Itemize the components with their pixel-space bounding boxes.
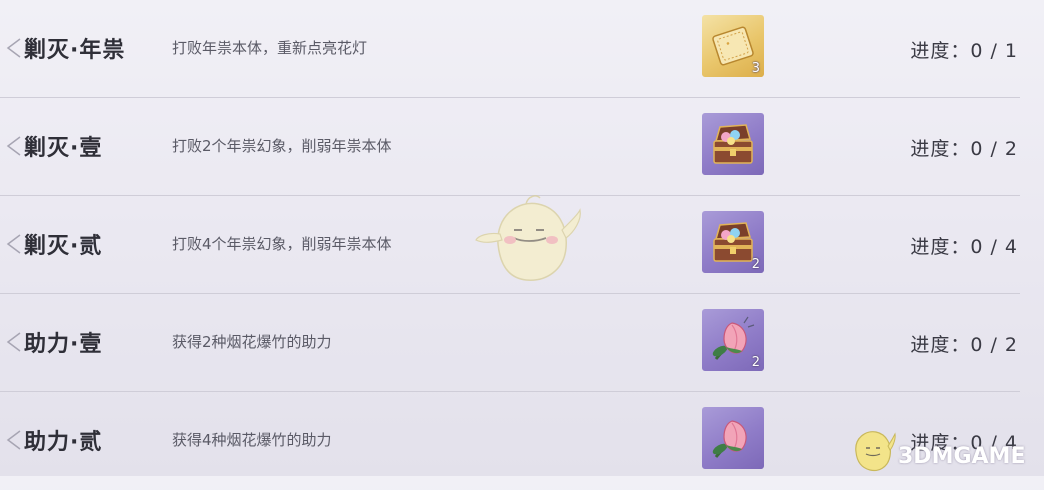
task-progress: 进度：0 / 2: [910, 138, 1018, 160]
mascot-watermark-icon: [475, 195, 581, 281]
task-progress: 进度：0 / 1: [910, 40, 1018, 62]
task-title: 剿灭·壹: [24, 136, 103, 161]
task-title: 剿灭·年祟: [24, 38, 126, 63]
task-description: 打败2个年祟幻象，削弱年祟本体: [172, 137, 392, 155]
task-description: 获得4种烟花爆竹的助力: [172, 431, 332, 449]
task-description: 打败年祟本体，重新点亮花灯: [172, 39, 368, 57]
task-progress: 进度：0 / 2: [910, 334, 1018, 356]
reward-item[interactable]: 2: [702, 309, 764, 371]
task-description: 打败4个年祟幻象，削弱年祟本体: [172, 235, 392, 253]
reward-item[interactable]: [702, 113, 764, 175]
reward-count: 2: [751, 257, 760, 272]
task-row[interactable]: 助力·壹 获得2种烟花爆竹的助力 2 进度：0 / 2: [0, 294, 1044, 392]
task-title: 剿灭·贰: [24, 234, 103, 259]
reward-item[interactable]: 2: [702, 211, 764, 273]
task-title: 助力·壹: [24, 332, 103, 357]
flower-bud-icon: [712, 420, 747, 458]
task-row[interactable]: 剿灭·年祟 打败年祟本体，重新点亮花灯 3 进度：0 / 1: [0, 0, 1044, 98]
watermark: 3DMGAME: [848, 422, 1038, 474]
reward-count: 3: [751, 61, 760, 76]
chevron-left-icon: [6, 430, 21, 450]
mascot-logo-icon: [855, 431, 896, 472]
reward-item[interactable]: [702, 407, 764, 469]
task-row[interactable]: 剿灭·壹 打败2个年祟幻象，削弱年祟本体 进度：0 / 2: [0, 98, 1044, 196]
watermark-text: 3DMGAME: [898, 444, 1026, 469]
chevron-left-icon: [6, 234, 21, 254]
treasure-chest-icon: [713, 124, 753, 164]
chevron-left-icon: [6, 38, 21, 58]
chevron-left-icon: [6, 332, 21, 352]
reward-item[interactable]: 3: [702, 15, 764, 77]
task-description: 获得2种烟花爆竹的助力: [172, 333, 332, 351]
task-title: 助力·贰: [24, 430, 103, 455]
task-progress: 进度：0 / 4: [910, 236, 1018, 258]
chevron-left-icon: [6, 136, 21, 156]
reward-count: 2: [751, 355, 760, 370]
